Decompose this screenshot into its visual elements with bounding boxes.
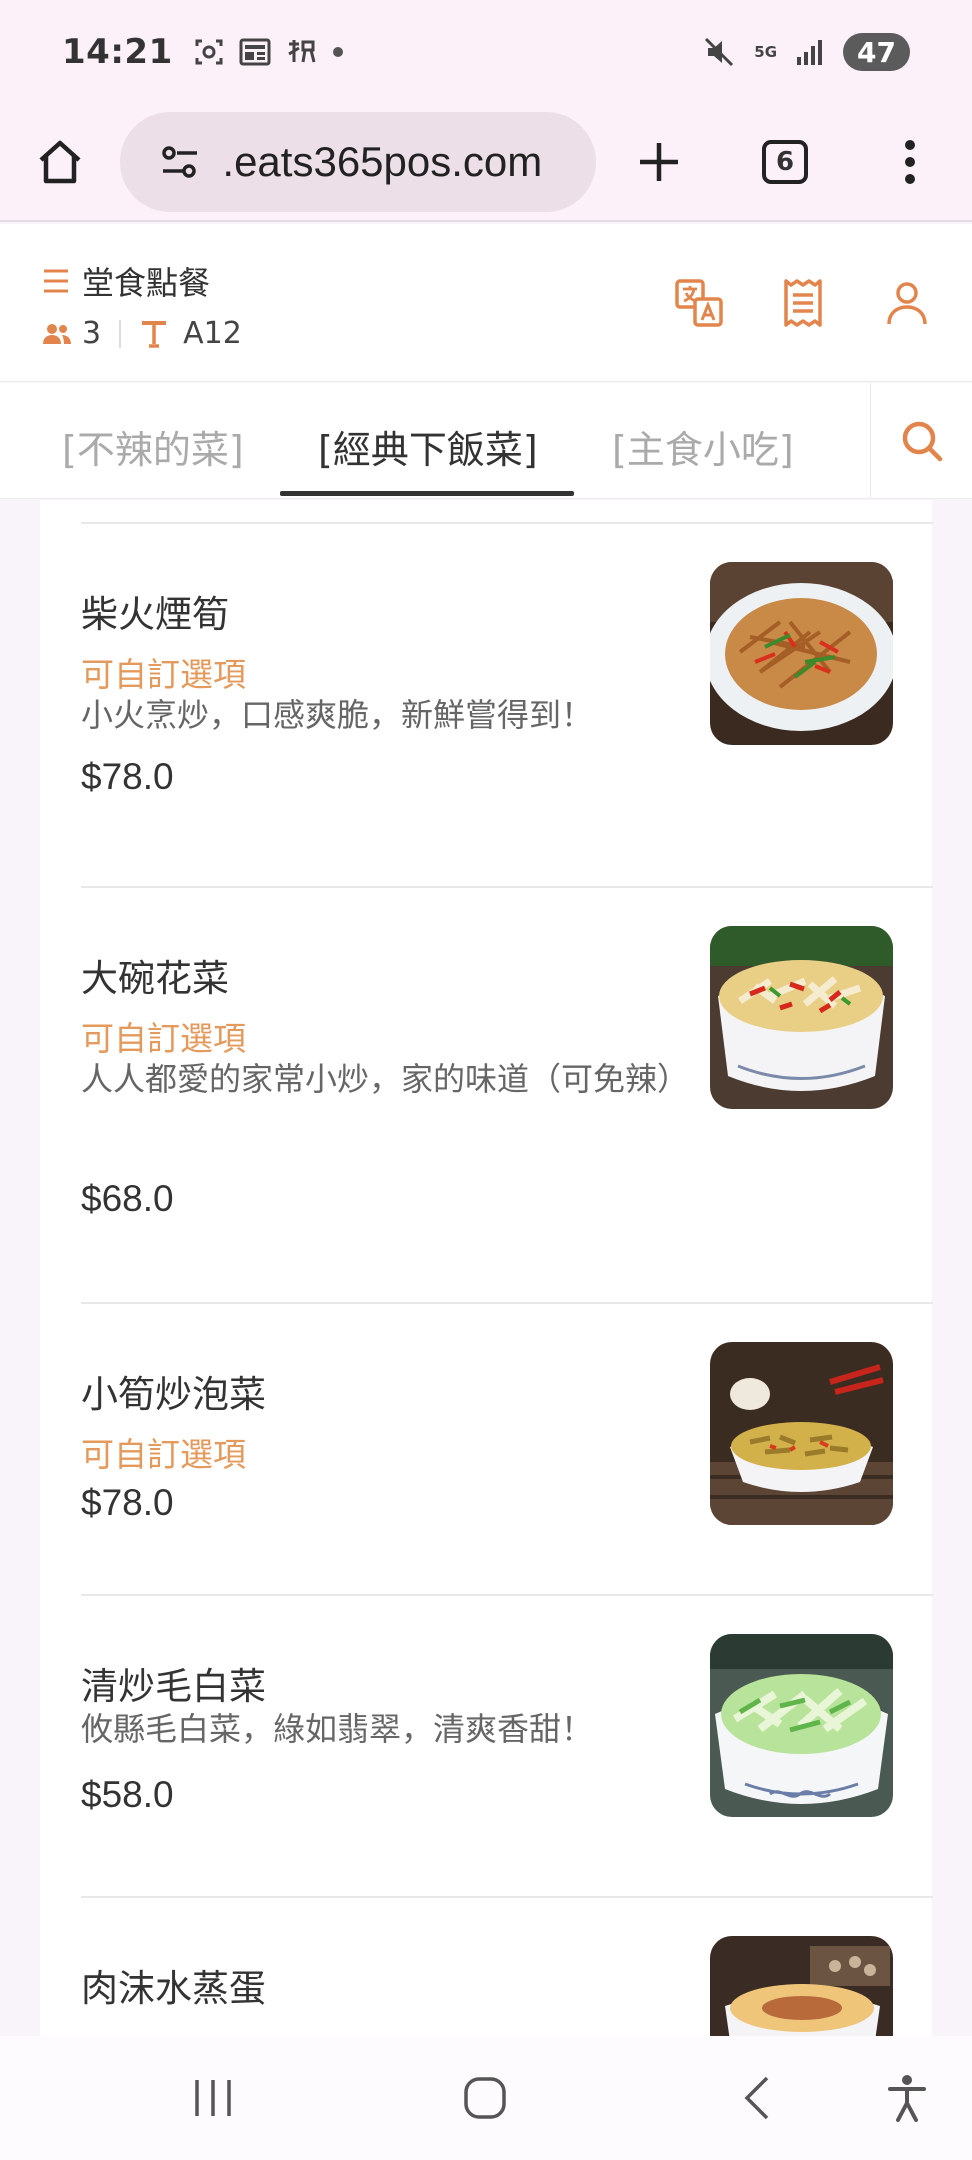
signal-icon xyxy=(795,37,825,67)
app-screen: 14:21 5G 47 .eats365pos.com 6 堂食點餐 3 A12… xyxy=(0,0,972,2160)
divider xyxy=(81,1594,933,1596)
tab-switcher-button[interactable]: 6 xyxy=(722,103,848,221)
dish-price: $78.0 xyxy=(81,1482,174,1523)
site-settings-icon[interactable] xyxy=(160,144,200,180)
order-type-label: 堂食點餐 xyxy=(82,264,211,302)
search-icon xyxy=(902,421,942,461)
dish-list-card: 柴火煙筍 可自訂選項 小火烹炒，口感爽脆，新鮮嘗得到！ $78.0 大碗花菜 可… xyxy=(40,500,933,2036)
dish-photo xyxy=(710,1342,893,1525)
home-circle-icon xyxy=(464,2077,506,2119)
app-logo-icon xyxy=(285,36,317,68)
accessibility-button[interactable] xyxy=(842,2036,972,2160)
system-nav-bar xyxy=(0,2036,972,2160)
status-system-icons: 5G 47 xyxy=(702,33,910,71)
hamburger-menu-icon xyxy=(44,269,68,293)
language-button[interactable] xyxy=(672,276,726,330)
dish-photo xyxy=(710,562,893,745)
tab-count: 6 xyxy=(762,140,808,184)
new-tab-button[interactable] xyxy=(596,103,722,221)
mute-icon xyxy=(702,35,736,69)
header-actions xyxy=(672,276,934,330)
dish-name: 柴火煙筍 xyxy=(81,593,229,636)
guest-count: 3 xyxy=(82,316,102,351)
receipt-icon xyxy=(784,279,822,327)
divider xyxy=(81,1896,933,1898)
screenshot-icon xyxy=(193,36,225,68)
dish-price: $68.0 xyxy=(81,1178,174,1219)
tab-classic-dishes[interactable]: [經典下飯菜] xyxy=(318,419,538,474)
dish-photo xyxy=(710,1936,893,2036)
back-button[interactable] xyxy=(692,2036,822,2160)
search-button[interactable] xyxy=(870,383,972,498)
tab-mild-dishes[interactable]: [不辣的菜] xyxy=(62,419,244,474)
divider xyxy=(81,886,933,888)
dish-customizable-label: 可自訂選項 xyxy=(81,1435,246,1474)
more-vertical-icon xyxy=(905,140,915,184)
browser-toolbar: .eats365pos.com 6 xyxy=(0,104,972,222)
dish-photo xyxy=(710,1634,893,1817)
dish-description: 攸縣毛白菜，綠如翡翠，清爽香甜！ xyxy=(81,1710,594,1748)
translate-icon xyxy=(675,279,723,327)
news-icon xyxy=(239,37,271,67)
plus-icon xyxy=(640,143,678,181)
divider xyxy=(81,1302,933,1304)
accessibility-icon xyxy=(888,2075,926,2122)
status-notification-icons xyxy=(193,36,345,68)
network-type-label: 5G xyxy=(754,42,778,61)
meta-divider xyxy=(119,319,122,348)
url-text: .eats365pos.com xyxy=(214,138,543,185)
status-time: 14:21 xyxy=(62,32,173,72)
dish-description: 小火烹炒，口感爽脆，新鮮嘗得到！ xyxy=(81,696,594,734)
user-icon xyxy=(887,282,927,325)
tab-staples-snacks[interactable]: [主食小吃] xyxy=(612,419,794,474)
divider xyxy=(81,522,933,524)
table-number: A12 xyxy=(183,316,242,351)
dish-name: 肉沫水蒸蛋 xyxy=(81,1967,266,2010)
dish-name: 大碗花菜 xyxy=(81,957,229,1000)
table-icon xyxy=(142,320,167,348)
account-button[interactable] xyxy=(880,276,934,330)
category-tabs: [不辣的菜] [經典下飯菜] [主食小吃] xyxy=(0,383,972,499)
browser-menu-button[interactable] xyxy=(848,103,972,221)
network-type-icon: 5G xyxy=(754,42,778,61)
notification-dot-icon xyxy=(331,45,345,59)
order-summary-button[interactable] xyxy=(776,276,830,330)
order-meta: 3 A12 xyxy=(42,316,242,351)
dish-description: 人人都愛的家常小炒，家的味道（可免辣） xyxy=(81,1060,690,1098)
dish-photo xyxy=(710,926,893,1109)
address-bar[interactable]: .eats365pos.com xyxy=(120,112,596,212)
dish-list: 柴火煙筍 可自訂選項 小火烹炒，口感爽脆，新鮮嘗得到！ $78.0 大碗花菜 可… xyxy=(0,500,972,2036)
app-header: 堂食點餐 3 A12 xyxy=(0,224,972,382)
battery-indicator: 47 xyxy=(843,33,910,71)
home-nav-button[interactable] xyxy=(420,2036,550,2160)
dish-price: $78.0 xyxy=(81,756,174,797)
order-type-menu[interactable]: 堂食點餐 xyxy=(42,258,210,304)
recent-apps-icon xyxy=(195,2080,231,2116)
guests-icon xyxy=(43,323,71,344)
status-bar: 14:21 5G 47 xyxy=(0,0,972,104)
active-tab-indicator xyxy=(280,491,574,496)
dish-price: $58.0 xyxy=(81,1774,174,1815)
dish-name: 小筍炒泡菜 xyxy=(81,1373,266,1416)
recent-apps-button[interactable] xyxy=(148,2036,278,2160)
home-button[interactable] xyxy=(0,103,120,221)
home-icon xyxy=(39,140,81,184)
back-chevron-icon xyxy=(744,2076,769,2120)
